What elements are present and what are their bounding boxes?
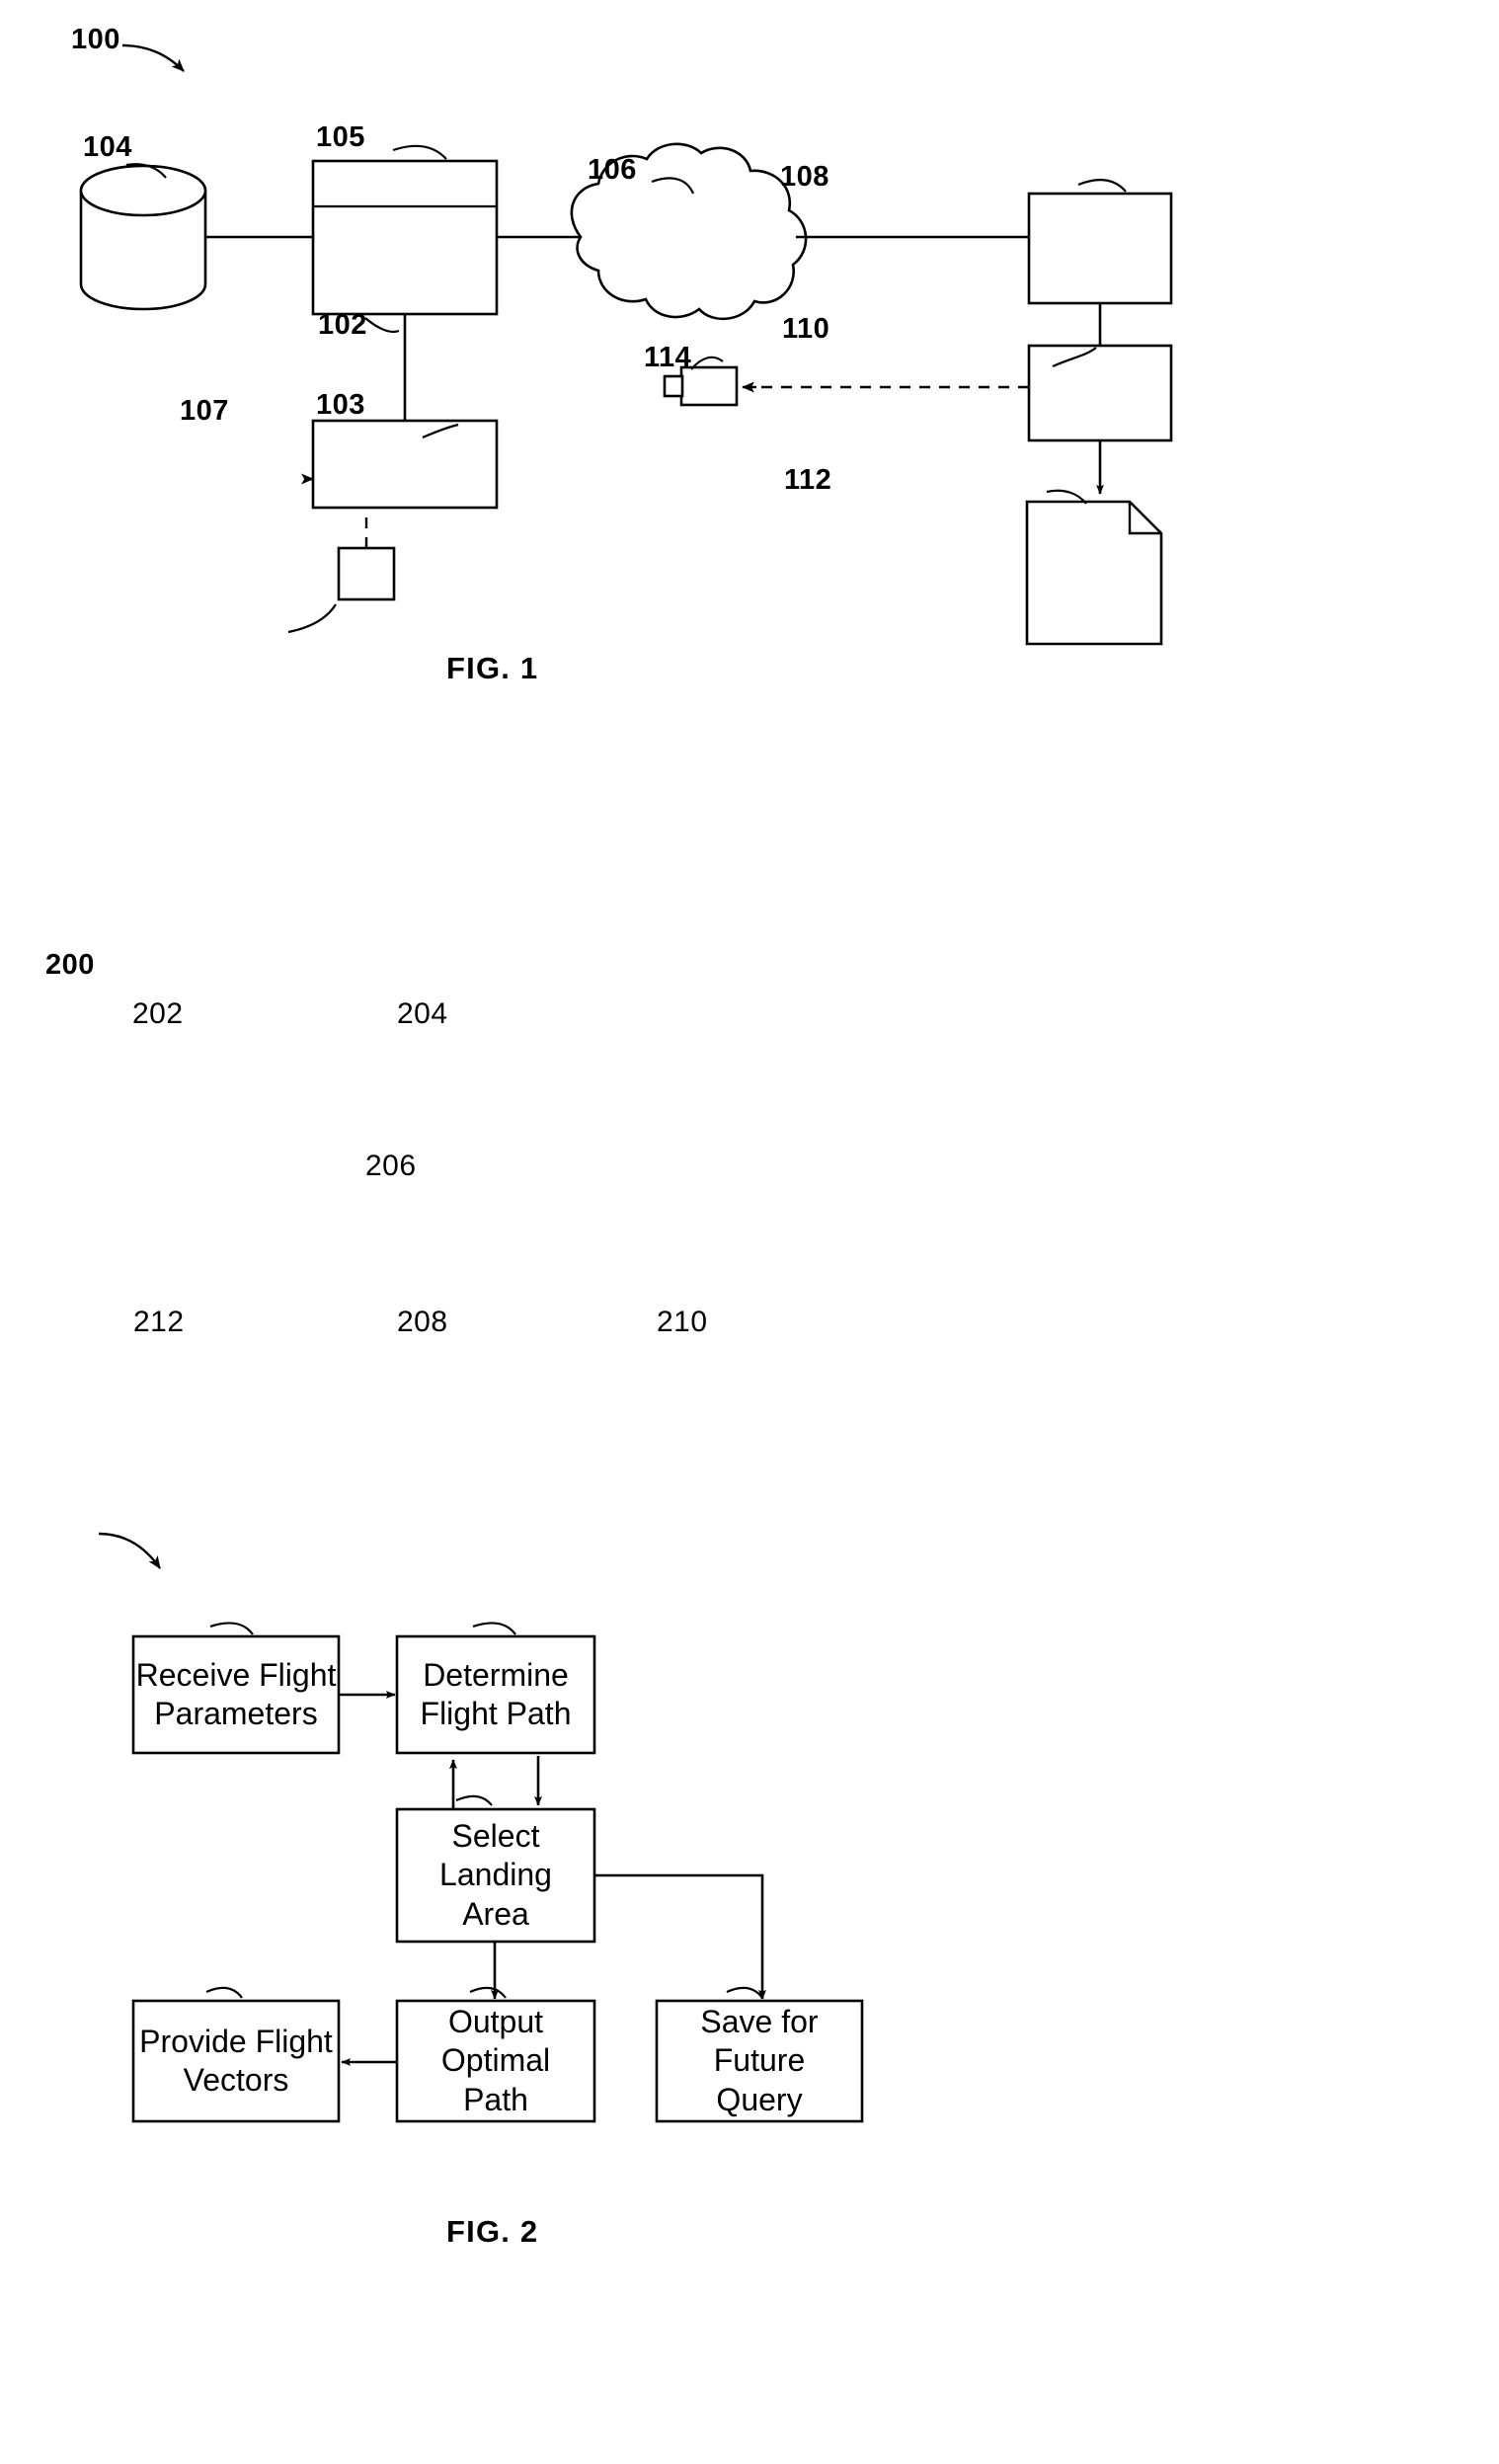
lead-line-204 (472, 1622, 516, 1635)
process-box-212 (131, 1999, 341, 2123)
ref-number-204: 204 (397, 997, 448, 1030)
lead-line-202 (209, 1622, 254, 1635)
ref-number-107: 107 (180, 395, 229, 427)
arrow-206-to-210 (594, 1873, 766, 2000)
lead-line-200 (98, 1532, 161, 1569)
rectangle-102-105 (311, 159, 499, 316)
lead-line-108 (1077, 178, 1127, 193)
ref-number-108: 108 (780, 161, 829, 193)
lead-line-100 (121, 43, 185, 72)
process-box-208 (395, 1999, 596, 2123)
process-box-206 (395, 1807, 596, 1944)
document-icon-112 (1025, 500, 1163, 646)
ref-number-112: 112 (784, 464, 832, 496)
ref-number-210: 210 (657, 1306, 708, 1338)
process-box-202 (131, 1634, 341, 1755)
process-box-210 (655, 1999, 864, 2123)
ref-number-100: 100 (71, 24, 120, 55)
small-square-107 (337, 546, 396, 601)
rectangle-103 (311, 419, 499, 510)
ref-number-106: 106 (588, 154, 637, 186)
figure-1-caption: FIG. 1 (446, 651, 539, 685)
ref-number-105: 105 (316, 121, 365, 153)
ref-number-202: 202 (132, 997, 184, 1030)
lead-line-206 (455, 1794, 493, 1806)
lead-line-210 (726, 1986, 763, 1999)
ref-number-200: 200 (45, 949, 95, 981)
patent-figure-sheet: 100 104 105 102 103 107 106 108 110 112 … (0, 0, 1499, 2464)
lead-line-105 (392, 144, 447, 160)
lead-line-107 (287, 603, 337, 634)
rectangle-110 (1027, 344, 1173, 442)
ref-number-110: 110 (782, 313, 830, 345)
ref-number-206: 206 (365, 1150, 417, 1182)
database-cylinder-104 (79, 164, 207, 311)
ref-number-208: 208 (397, 1306, 448, 1338)
ref-number-103: 103 (316, 389, 365, 421)
figure-2-caption: FIG. 2 (446, 2214, 539, 2249)
figures-vector-layer (79, 43, 1173, 2123)
lead-line-102 (364, 317, 400, 334)
process-box-204 (395, 1634, 596, 1755)
ref-number-114: 114 (644, 342, 692, 373)
lead-line-208 (469, 1986, 507, 1999)
ref-number-102: 102 (318, 309, 367, 341)
rectangle-108 (1027, 192, 1173, 305)
ref-number-212: 212 (133, 1306, 185, 1338)
ref-number-104: 104 (83, 131, 132, 163)
lead-line-212 (205, 1986, 243, 1999)
